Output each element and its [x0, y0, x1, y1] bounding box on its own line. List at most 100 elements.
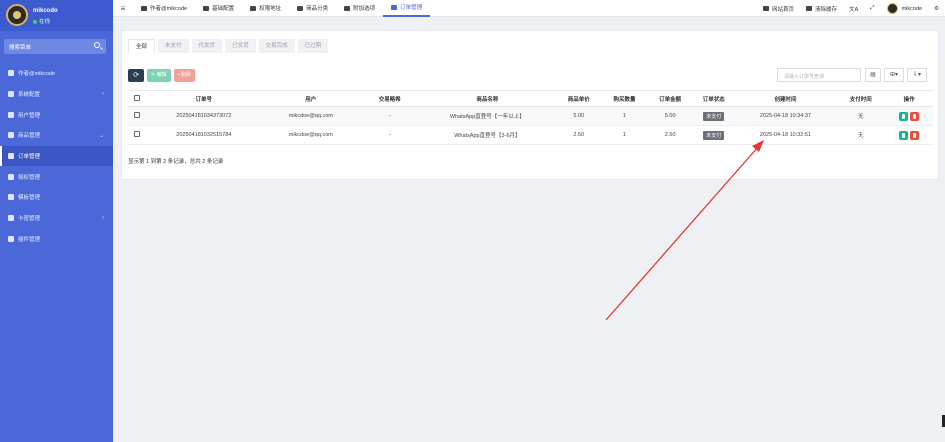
- sidebar-item-users[interactable]: 用户管理: [0, 104, 113, 125]
- home-link-label: 网站首页: [771, 6, 794, 13]
- sidebar-item-orders[interactable]: 订单管理: [0, 145, 113, 167]
- nav-tab-extra-options[interactable]: 附加选项: [336, 0, 383, 17]
- sidebar-item-label: 用户管理: [18, 112, 41, 119]
- tab-shipped[interactable]: 已发货: [225, 39, 256, 53]
- status-tabs: 全部 未支付 代发货 已发货 交易完成 已过期: [128, 39, 331, 53]
- gear-icon: [203, 5, 210, 11]
- search-icon[interactable]: [94, 42, 100, 48]
- cell-actions: [885, 125, 933, 145]
- row-delete-icon[interactable]: [910, 111, 920, 121]
- col-product-name[interactable]: 商品名称: [418, 90, 556, 107]
- sidebar-item-author[interactable]: 作者@mikcode: [0, 63, 113, 84]
- col-unit-price[interactable]: 商品单价: [555, 90, 602, 107]
- table-row[interactable]: 202504181034373072 mikcdoe@qq.com - What…: [128, 106, 933, 126]
- col-order-amount[interactable]: 订单金额: [647, 90, 694, 107]
- list-icon: [8, 215, 14, 222]
- nav-tab-label: 订单管理: [400, 5, 423, 11]
- sidebar-item-cards[interactable]: 卡密管理 ‹: [0, 208, 113, 229]
- cell-unit-price: 5.00: [555, 106, 602, 126]
- col-quantity[interactable]: 购买数量: [601, 90, 648, 107]
- bookmark-icon: [344, 5, 351, 11]
- col-created-at[interactable]: 创建时间: [734, 90, 837, 107]
- refresh-button[interactable]: ⟳: [128, 69, 144, 82]
- fullscreen-icon[interactable]: ⤢: [864, 5, 880, 12]
- row-edit-icon[interactable]: [899, 130, 909, 140]
- delete-button[interactable]: ▪ 删除: [173, 69, 195, 82]
- col-order-status[interactable]: 订单状态: [693, 90, 735, 107]
- chevron-down-icon: ⌄: [98, 133, 104, 140]
- sidebar-item-auth[interactable]: 授权管理: [0, 166, 113, 187]
- col-paid-at[interactable]: 支付时间: [836, 90, 886, 107]
- edit-button-label: 编辑: [156, 72, 167, 78]
- table-view-toggle-icon[interactable]: ▤: [865, 68, 881, 82]
- home-link[interactable]: 网站首页: [757, 5, 800, 13]
- sidebar-search-input[interactable]: 搜索菜单: [4, 39, 106, 54]
- puzzle-icon: [8, 235, 14, 242]
- row-delete-icon[interactable]: [910, 130, 920, 140]
- col-user[interactable]: 用户: [260, 90, 361, 107]
- table-row[interactable]: 202504181032515784 mikcdoe@qq.com - What…: [128, 125, 933, 145]
- user-icon: [8, 111, 14, 118]
- nav-tab-orders[interactable]: 订单管理: [383, 0, 431, 17]
- edit-button[interactable]: ✎ 编辑: [147, 69, 171, 82]
- nav-tab-permissions[interactable]: 权限地址: [242, 0, 289, 17]
- home-icon: [762, 6, 769, 11]
- tab-all[interactable]: 全部: [128, 39, 156, 53]
- sidebar-item-label: 模板管理: [18, 195, 41, 202]
- list-icon: [8, 173, 14, 180]
- sidebar: mikcodo 在线 搜索菜单 作者@mikcode 系统配置 ‹ 用户管理 商品…: [0, 0, 113, 442]
- export-dropdown-icon[interactable]: ⇩▾: [907, 68, 927, 82]
- cell-user: mikcdoe@qq.com: [260, 106, 361, 126]
- col-trade-info[interactable]: 交易略希: [360, 90, 419, 107]
- tab-completed[interactable]: 交易完成: [258, 39, 295, 53]
- navbar-right: 网站首页 清除缓存 文A ⤢ mikcode ⚙: [757, 0, 945, 17]
- trash-icon: ▪: [177, 72, 180, 78]
- row-checkbox[interactable]: [134, 112, 141, 118]
- list-icon: [8, 153, 14, 160]
- nav-tab-categories[interactable]: 商品分类: [289, 0, 336, 17]
- sidebar-item-label: 商品管理: [18, 133, 41, 140]
- top-navbar: ≡ 作者@mikcode 基础配置 权限地址 商品分类 附加选项 订单管理 网站…: [113, 0, 945, 17]
- clear-cache-button[interactable]: 清除缓存: [800, 5, 843, 13]
- pencil-icon: ✎: [151, 72, 156, 78]
- menu-toggle-icon[interactable]: ≡: [113, 4, 133, 13]
- tab-pending-delivery[interactable]: 代发货: [191, 39, 223, 53]
- cell-paid-at: 无: [836, 125, 886, 145]
- user-menu[interactable]: mikcode: [881, 3, 928, 14]
- toolbar: ⟳ ✎ 编辑 ▪ 删除: [128, 69, 198, 82]
- sidebar-item-label: 系统配置: [18, 92, 41, 99]
- sidebar-item-products[interactable]: 商品管理 ⌄: [0, 125, 113, 146]
- refresh-icon: ⟳: [133, 72, 139, 79]
- orders-table: 订单号 用户 交易略希 商品名称 商品单价 购买数量 订单金额 订单状态 创建时…: [128, 90, 933, 145]
- sidebar-item-plugins[interactable]: 插件管理: [0, 229, 113, 250]
- row-edit-icon[interactable]: [899, 111, 909, 121]
- sidebar-item-label: 授权管理: [18, 174, 41, 181]
- table-icon: [8, 194, 14, 201]
- row-checkbox[interactable]: [134, 131, 141, 137]
- sidebar-item-templates[interactable]: 模板管理: [0, 187, 113, 208]
- sidebar-menu: 作者@mikcode 系统配置 ‹ 用户管理 商品管理 ⌄ 订单管理 授权管理 模板…: [0, 63, 113, 249]
- row-select-cell: [128, 106, 147, 126]
- delete-button-label: 删除: [180, 72, 191, 78]
- order-search-input[interactable]: 请输入订单号查询: [777, 68, 861, 82]
- col-order-no[interactable]: 订单号: [146, 90, 261, 107]
- list-icon: [391, 4, 398, 10]
- sidebar-search-placeholder: 搜索菜单: [9, 45, 32, 51]
- tab-expired[interactable]: 已过期: [297, 39, 329, 53]
- columns-dropdown-icon[interactable]: ⊞▾: [884, 68, 904, 82]
- tab-unpaid[interactable]: 未支付: [158, 39, 189, 53]
- cell-product-name: WhatsApp直登号【3-6月】: [418, 125, 556, 145]
- leaf-icon: [297, 5, 304, 11]
- nav-tab-basic-config[interactable]: 基础配置: [195, 0, 242, 17]
- sidebar-item-system-config[interactable]: 系统配置 ‹: [0, 84, 113, 105]
- settings-gear-icon[interactable]: ⚙: [928, 6, 945, 12]
- sidebar-item-label: 订单管理: [18, 154, 41, 161]
- avatar[interactable]: [6, 4, 28, 26]
- translate-icon[interactable]: 文A: [843, 5, 864, 13]
- cell-quantity: 1: [601, 125, 648, 145]
- trash-icon: [805, 6, 812, 11]
- nav-tab-author[interactable]: 作者@mikcode: [133, 0, 195, 17]
- select-all-checkbox[interactable]: [134, 94, 141, 101]
- sidebar-header: mikcodo 在线: [0, 0, 113, 31]
- gear-icon: [8, 91, 14, 98]
